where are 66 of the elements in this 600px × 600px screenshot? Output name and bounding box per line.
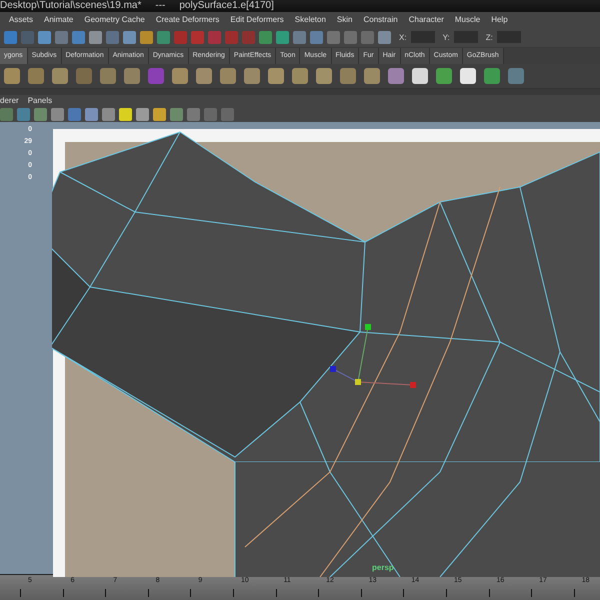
tool-icon[interactable]: [276, 30, 289, 44]
tool-icon[interactable]: [72, 30, 85, 44]
panel-menu-item[interactable]: derer: [0, 96, 19, 105]
tool-icon[interactable]: [4, 30, 17, 44]
menu-item[interactable]: Edit Deformers: [230, 15, 284, 24]
menu-item[interactable]: Create Deformers: [156, 15, 220, 24]
panel-tool-icon[interactable]: [34, 108, 47, 120]
tool-icon[interactable]: [157, 30, 170, 44]
tool-icon[interactable]: [361, 30, 374, 44]
tool-icon[interactable]: [191, 30, 204, 44]
camera-label: persp: [372, 563, 394, 572]
coordinate-label: X:: [399, 32, 407, 42]
tool-icon[interactable]: [140, 30, 153, 44]
menu-item[interactable]: Animate: [44, 15, 74, 24]
tool-icon[interactable]: [174, 30, 187, 44]
shelf-tool-icon[interactable]: [268, 68, 284, 84]
panel-tool-icon[interactable]: [136, 108, 149, 120]
shelf-tool-icon[interactable]: [52, 68, 68, 84]
title-separator: ---: [155, 0, 166, 12]
menu-item[interactable]: Muscle: [454, 15, 480, 24]
menu-item[interactable]: Skin: [336, 15, 352, 24]
shelf-tool-icon[interactable]: [460, 68, 476, 84]
shelf-tool-icon[interactable]: [196, 68, 212, 84]
tool-icon[interactable]: [89, 30, 102, 44]
panel-tool-icon[interactable]: [170, 108, 183, 120]
tool-icon[interactable]: [208, 30, 221, 44]
menu-item[interactable]: Assets: [9, 15, 34, 24]
shelf-tool-icon[interactable]: [316, 68, 332, 84]
menu-item[interactable]: Help: [491, 15, 508, 24]
shelf-tool-icon[interactable]: [436, 68, 452, 84]
shelf-tool-icon[interactable]: [292, 68, 308, 84]
shelf-tool-icon[interactable]: [220, 68, 236, 84]
tool-icon[interactable]: [310, 30, 323, 44]
menu-item[interactable]: Constrain: [363, 15, 398, 24]
menu-item[interactable]: Geometry Cache: [84, 15, 145, 24]
panel-tool-icon[interactable]: [51, 108, 64, 120]
tool-icon[interactable]: [293, 30, 306, 44]
shelf-tool-icon[interactable]: [412, 68, 428, 84]
shelf-tool-icon[interactable]: [388, 68, 404, 84]
tool-icon[interactable]: [344, 30, 357, 44]
tool-icon[interactable]: [55, 30, 68, 44]
tool-icon[interactable]: [225, 30, 238, 44]
tool-icon[interactable]: [378, 30, 391, 44]
selection-name: polySurface1.e[4170]: [179, 0, 274, 12]
window-title: Desktop\Tutorial\scenes\19.ma*: [0, 0, 142, 12]
coordinate-label: Y:: [442, 32, 450, 42]
shelf-tool-icon[interactable]: [364, 68, 380, 84]
panel-menu-item[interactable]: Panels: [28, 96, 52, 105]
panel-tool-icon[interactable]: [102, 108, 115, 120]
panel-tool-icon[interactable]: [85, 108, 98, 120]
shelf-tool-icon[interactable]: [484, 68, 500, 84]
tool-icon[interactable]: [21, 30, 34, 44]
panel-tool-icon[interactable]: [153, 108, 166, 120]
tool-icon[interactable]: [123, 30, 136, 44]
tool-icon[interactable]: [38, 30, 51, 44]
menu-item[interactable]: Character: [408, 15, 444, 24]
menu-item[interactable]: Skeleton: [294, 15, 326, 24]
tool-icon[interactable]: [106, 30, 119, 44]
panel-tool-icon[interactable]: [119, 108, 132, 120]
tool-icon[interactable]: [327, 30, 340, 44]
shelf-tool-icon[interactable]: [172, 68, 188, 84]
coordinate-label: Z:: [486, 32, 493, 42]
shelf-tool-icon[interactable]: [244, 68, 260, 84]
tool-icon[interactable]: [259, 30, 272, 44]
move-manipulator-icon[interactable]: [330, 324, 416, 388]
shelf-tool-icon[interactable]: [4, 68, 20, 84]
